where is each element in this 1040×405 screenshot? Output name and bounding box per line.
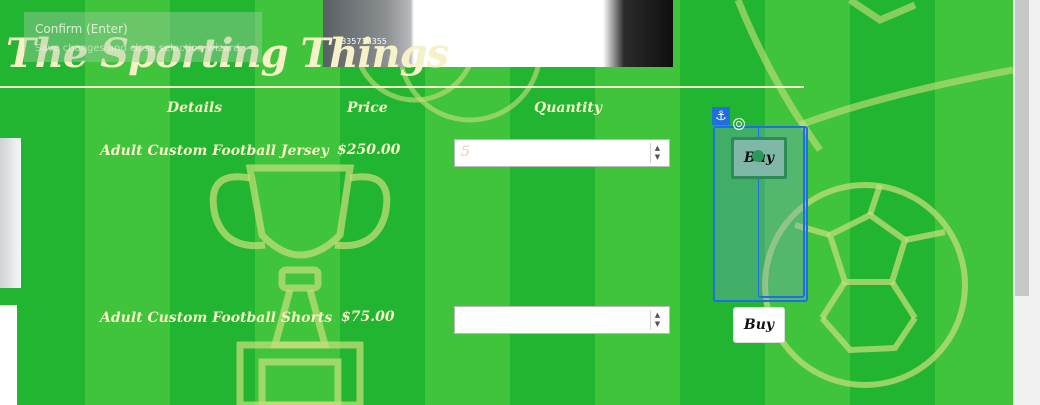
tooltip-title: Confirm (Enter) [35, 22, 128, 36]
title-divider [0, 86, 804, 88]
anchor-icon[interactable]: ⚓ [712, 107, 730, 125]
product-price-jersey: $250.00 [337, 142, 401, 158]
confirm-tooltip: Confirm (Enter) Save changes and close s… [24, 12, 262, 62]
product-name-shorts: Adult Custom Football Shorts [100, 310, 333, 326]
quantity-stepper-jersey[interactable]: ▲ ▼ [650, 143, 664, 163]
drag-handle-icon[interactable] [752, 150, 764, 162]
scrollbar-thumb[interactable] [1015, 0, 1029, 296]
left-product-image [0, 138, 21, 288]
buy-button-shorts[interactable]: Buy [733, 307, 785, 343]
spin-down-icon[interactable]: ▼ [655, 153, 660, 162]
tooltip-description: Save changes and close selection wizard. [35, 43, 243, 54]
quantity-stepper-shorts[interactable]: ▲ ▼ [650, 310, 664, 330]
spin-down-icon[interactable]: ▼ [655, 320, 660, 329]
quantity-input-shorts[interactable] [454, 306, 670, 334]
quantity-input-jersey[interactable]: 5 [454, 139, 670, 167]
product-price-shorts: $75.00 [341, 309, 395, 325]
column-header-quantity: Quantity [534, 100, 603, 116]
spin-up-icon[interactable]: ▲ [655, 311, 660, 320]
spin-up-icon[interactable]: ▲ [655, 144, 660, 153]
left-white-panel [0, 305, 17, 405]
page-background: 1335716355 The Sporting Things Confirm (… [0, 0, 1013, 405]
product-name-jersey: Adult Custom Football Jersey [100, 143, 329, 159]
target-icon[interactable] [733, 118, 745, 130]
column-header-details: Details [167, 100, 223, 116]
column-header-price: Price [347, 100, 388, 116]
